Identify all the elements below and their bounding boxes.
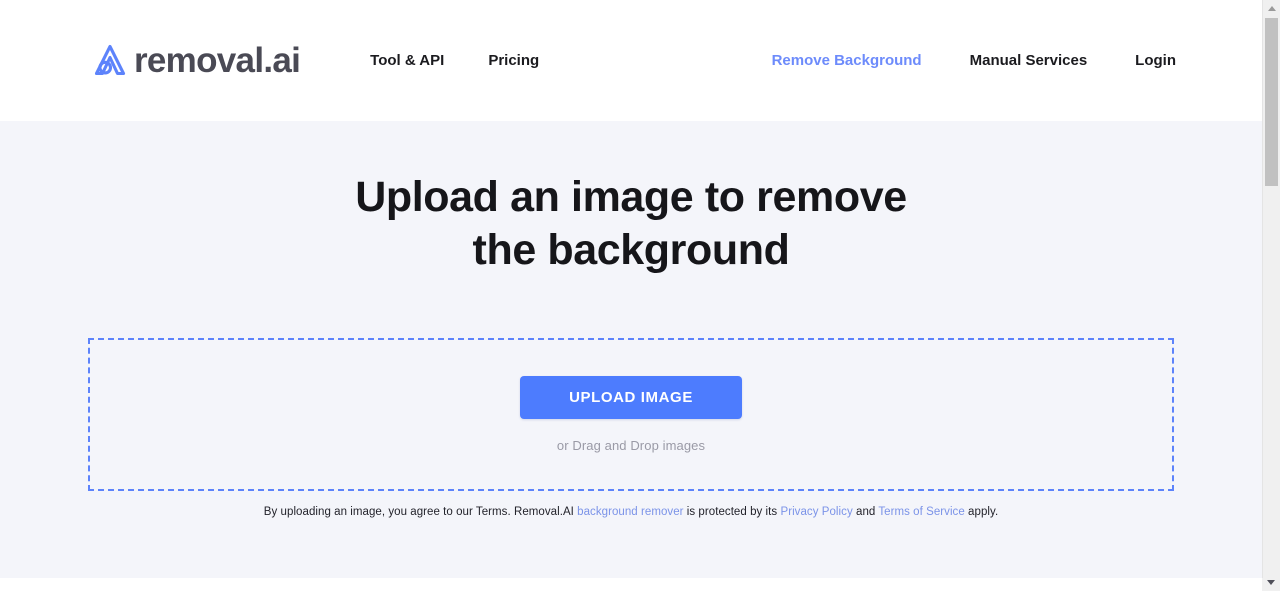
- legal-text-part-4: apply.: [964, 506, 999, 518]
- brand-logo-link[interactable]: removal.ai: [88, 39, 301, 83]
- nav-item-tool-and-api[interactable]: Tool & API: [370, 52, 444, 69]
- scroll-up-arrow-icon[interactable]: [1263, 0, 1280, 17]
- legal-text-part-1: By uploading an image, you agree to our …: [263, 506, 578, 518]
- removal-ai-logo-icon: [88, 39, 132, 83]
- nav-item-pricing[interactable]: Pricing: [488, 52, 539, 69]
- page-content: removal.ai Tool & API Pricing Remove Bac…: [0, 0, 1262, 578]
- browser-viewport: removal.ai Tool & API Pricing Remove Bac…: [0, 0, 1280, 591]
- scroll-down-arrow-icon[interactable]: [1262, 574, 1279, 591]
- primary-navigation: Tool & API Pricing: [370, 52, 539, 69]
- legal-disclaimer: By uploading an image, you agree to our …: [0, 506, 1262, 518]
- nav-item-manual-services[interactable]: Manual Services: [970, 52, 1088, 69]
- legal-link-privacy-policy[interactable]: Privacy Policy: [780, 506, 852, 518]
- vertical-scrollbar[interactable]: [1262, 0, 1280, 578]
- legal-link-background-remover[interactable]: background remover: [577, 506, 683, 518]
- secondary-navigation: Remove Background Manual Services Login: [772, 52, 1176, 69]
- page-title-line-2: the background: [472, 226, 790, 274]
- legal-link-terms-of-service[interactable]: Terms of Service: [878, 506, 964, 518]
- scrollbar-corner: [1262, 578, 1280, 591]
- image-dropzone[interactable]: UPLOAD IMAGE or Drag and Drop images: [88, 338, 1174, 491]
- legal-text-part-2: is protected by its: [683, 506, 781, 518]
- page-title: Upload an image to remove the background: [0, 153, 1262, 277]
- vertical-scrollbar-thumb[interactable]: [1265, 18, 1278, 186]
- page-title-line-1: Upload an image to remove: [355, 173, 907, 221]
- brand-name: removal.ai: [134, 41, 301, 80]
- hero-section: Upload an image to remove the background…: [0, 121, 1262, 578]
- site-header: removal.ai Tool & API Pricing Remove Bac…: [0, 0, 1262, 121]
- horizontal-scrollbar-track[interactable]: [0, 565, 1262, 578]
- upload-image-button[interactable]: UPLOAD IMAGE: [520, 376, 742, 419]
- nav-item-login[interactable]: Login: [1135, 52, 1176, 69]
- nav-item-remove-background[interactable]: Remove Background: [772, 52, 922, 69]
- legal-text-part-3: and: [852, 506, 879, 518]
- drag-and-drop-hint: or Drag and Drop images: [556, 438, 706, 453]
